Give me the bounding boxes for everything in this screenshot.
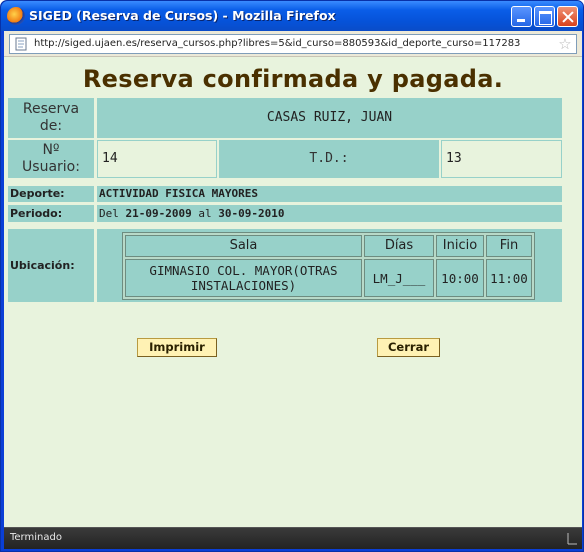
usuario-label-line2: Usuario: bbox=[22, 159, 80, 175]
cell-sala: GIMNASIO COL. MAYOR(OTRAS INSTALACIONES) bbox=[125, 259, 362, 297]
address-bar: http://siged.ujaen.es/reserva_cursos.php… bbox=[4, 31, 582, 57]
ubicacion-label: Ubicación: bbox=[8, 229, 94, 302]
usuario-label-line1: Nº bbox=[42, 142, 60, 158]
sala-line1: GIMNASIO COL. MAYOR(OTRAS bbox=[149, 263, 338, 278]
status-bar: Terminado bbox=[4, 527, 582, 549]
browser-window: SIGED (Reserva de Cursos) - Mozilla Fire… bbox=[0, 0, 584, 552]
minimize-button[interactable] bbox=[511, 6, 532, 27]
periodo-al: al bbox=[198, 207, 212, 220]
periodo-end: 30-09-2010 bbox=[218, 207, 285, 220]
periodo-start: 21-09-2009 bbox=[125, 207, 192, 220]
periodo-del: Del bbox=[99, 207, 119, 220]
header-dias: Días bbox=[364, 235, 434, 257]
td-label: T.D.: bbox=[219, 140, 439, 178]
maximize-button[interactable] bbox=[534, 6, 555, 27]
title-bar: SIGED (Reserva de Cursos) - Mozilla Fire… bbox=[1, 1, 583, 31]
page-content: Reserva confirmada y pagada. Reserva de:… bbox=[4, 57, 582, 527]
window-title: SIGED (Reserva de Cursos) - Mozilla Fire… bbox=[29, 8, 336, 23]
header-fin: Fin bbox=[486, 235, 532, 257]
usuario-label: Nº Usuario: bbox=[8, 140, 94, 178]
url-field[interactable]: http://siged.ujaen.es/reserva_cursos.php… bbox=[9, 34, 577, 54]
reserva-label: Reserva de: bbox=[8, 98, 94, 138]
cell-inicio: 10:00 bbox=[436, 259, 484, 297]
cell-fin: 11:00 bbox=[486, 259, 532, 297]
deporte-value: ACTIVIDAD FISICA MAYORES bbox=[97, 186, 562, 202]
td-value: 13 bbox=[441, 140, 562, 178]
reserva-label-line1: Reserva bbox=[22, 101, 80, 117]
deporte-label: Deporte: bbox=[8, 186, 94, 202]
firefox-icon bbox=[7, 7, 25, 25]
page-title: Reserva confirmada y pagada. bbox=[82, 65, 504, 93]
close-button[interactable]: Cerrar bbox=[377, 338, 440, 357]
print-button[interactable]: Imprimir bbox=[137, 338, 217, 357]
close-window-button[interactable] bbox=[557, 6, 578, 27]
resize-grip-icon[interactable] bbox=[566, 531, 578, 545]
header-inicio: Inicio bbox=[436, 235, 484, 257]
status-text: Terminado bbox=[10, 532, 62, 543]
header-sala: Sala bbox=[125, 235, 362, 257]
schedule-table: Sala Días Inicio Fin GIMNASIO COL. MAYOR… bbox=[122, 232, 535, 300]
reserva-label-line2: de: bbox=[39, 118, 63, 134]
page-icon bbox=[15, 37, 27, 51]
cell-dias: LM_J___ bbox=[364, 259, 434, 297]
url-text: http://siged.ujaen.es/reserva_cursos.php… bbox=[34, 38, 521, 49]
periodo-value: Del 21-09-2009 al 30-09-2010 bbox=[97, 205, 562, 222]
bookmark-star-icon[interactable]: ☆ bbox=[556, 35, 574, 53]
sala-line2: INSTALACIONES) bbox=[190, 278, 297, 293]
reserva-value: CASAS RUIZ, JUAN bbox=[97, 98, 562, 138]
usuario-value: 14 bbox=[97, 140, 217, 178]
periodo-label: Periodo: bbox=[8, 205, 94, 222]
